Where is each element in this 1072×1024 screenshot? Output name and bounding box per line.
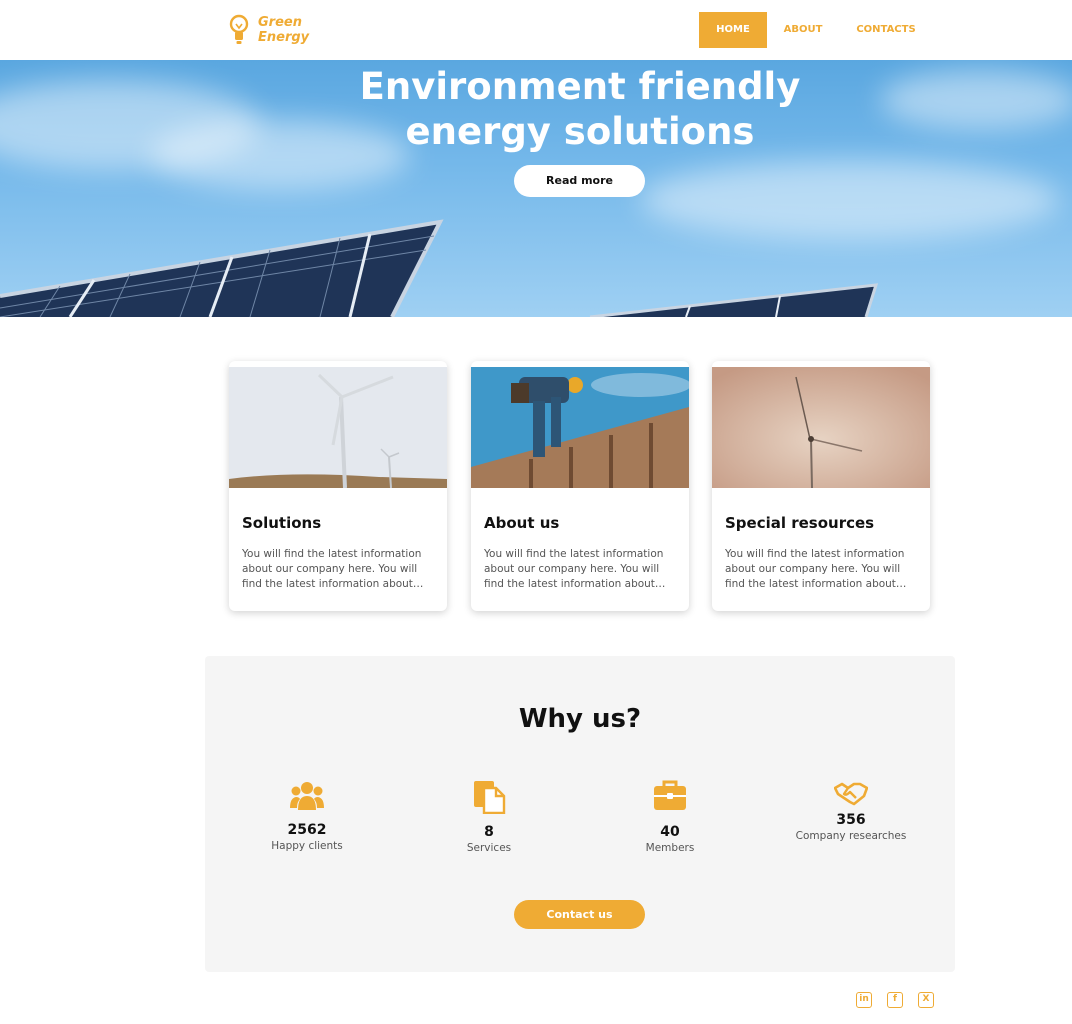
foggy-turbine-image	[712, 367, 930, 488]
document-icon	[474, 781, 506, 814]
stat-services: 8 Services	[409, 780, 569, 854]
brand-line-2: Energy	[258, 30, 310, 45]
read-more-button[interactable]: Read more	[514, 165, 645, 197]
stat-value: 40	[660, 824, 680, 840]
hero-title-text: Environment friendly energy solutions	[359, 65, 801, 153]
card-solutions[interactable]: Solutions You will find the latest infor…	[229, 361, 447, 611]
nav-about[interactable]: ABOUT	[767, 12, 839, 48]
contact-us-button[interactable]: Contact us	[514, 900, 645, 929]
brand-logo[interactable]: Green Energy	[228, 14, 309, 46]
briefcase-icon	[654, 780, 686, 810]
stat-company-researches: 356 Company researches	[771, 780, 931, 842]
stat-value: 356	[836, 812, 866, 828]
x-icon[interactable]: X	[918, 992, 934, 1008]
brand-name: Green Energy	[258, 15, 309, 45]
nav-contacts[interactable]: CONTACTS	[841, 12, 931, 48]
stat-happy-clients: 2562 Happy clients	[227, 780, 387, 852]
brand-line-1: Green	[258, 15, 302, 30]
section-title: Why us?	[518, 704, 642, 734]
nav-home[interactable]: HOME	[699, 12, 767, 48]
facebook-icon[interactable]: f	[887, 992, 903, 1008]
card-text: You will find the latest information abo…	[725, 548, 907, 590]
stat-label: Members	[645, 842, 695, 854]
hero-banner: Environment friendly energy solutions Re…	[0, 60, 1072, 317]
card-text: You will find the latest information abo…	[484, 548, 666, 590]
lightbulb-icon	[229, 14, 249, 44]
stat-value: 8	[484, 824, 494, 840]
handshake-icon	[834, 782, 868, 806]
card-title: About us	[484, 514, 560, 532]
stat-label: Company researches	[795, 830, 907, 842]
stat-label: Services	[466, 842, 512, 854]
card-about-us[interactable]: About us You will find the latest inform…	[471, 361, 689, 611]
card-title: Solutions	[242, 514, 322, 532]
construction-worker-image	[471, 367, 689, 488]
linkedin-icon[interactable]: in	[856, 992, 872, 1008]
users-icon	[290, 782, 324, 810]
card-text: You will find the latest information abo…	[242, 548, 424, 590]
main-nav: HOME ABOUT CONTACTS	[699, 12, 931, 48]
stat-label: Happy clients	[271, 840, 343, 852]
wind-turbines-image	[229, 367, 447, 488]
site-header: Green Energy HOME ABOUT CONTACTS	[0, 0, 1072, 60]
hero-title: Environment friendly energy solutions	[0, 64, 1072, 154]
stat-value: 2562	[287, 822, 327, 838]
why-us-section: Why us? 2562 Happy clients 8 Services 40	[205, 656, 955, 972]
card-title: Special resources	[725, 514, 875, 532]
card-special-resources[interactable]: Special resources You will find the late…	[712, 361, 930, 611]
stat-members: 40 Members	[590, 780, 750, 854]
